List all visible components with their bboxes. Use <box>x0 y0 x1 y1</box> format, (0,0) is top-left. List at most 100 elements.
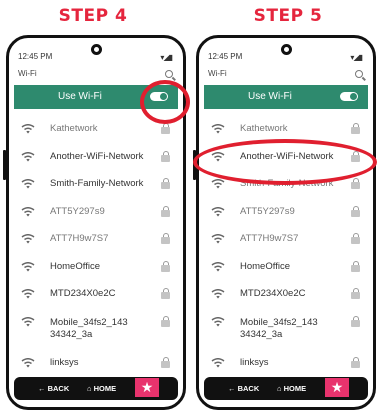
wifi-signal-icon <box>211 289 225 299</box>
network-row[interactable]: Smith-Family-Network <box>14 173 178 201</box>
network-row[interactable]: ATT7H9w7S7 <box>14 228 178 256</box>
side-button <box>3 150 6 180</box>
lock-icon <box>161 260 170 272</box>
network-row[interactable]: HomeOffice <box>204 256 368 284</box>
network-row[interactable]: Kathetwork <box>204 118 368 146</box>
phone-step-5: 12:45 PM ▾◢▮ Wi-Fi Use Wi-Fi Kathetwork A… <box>196 35 376 410</box>
wifi-header: Wi-Fi <box>18 69 174 83</box>
network-row[interactable]: ATT7H9w7S7 <box>204 228 368 256</box>
lock-icon <box>351 356 360 368</box>
back-button[interactable]: ← BACK <box>38 384 69 393</box>
network-row[interactable]: ATT5Y297s9 <box>204 201 368 229</box>
wifi-signal-icon <box>211 151 225 161</box>
bottom-nav: ← BACK ⌂ HOME ★ <box>14 377 178 400</box>
step-4-title: STEP 4 <box>58 6 128 26</box>
network-row[interactable]: Kathetwork <box>14 118 178 146</box>
network-row[interactable]: ATT5Y297s9 <box>14 201 178 229</box>
network-name: Kathetwork <box>240 123 288 134</box>
use-wifi-label: Use Wi-Fi <box>58 91 102 102</box>
wifi-signal-icon <box>21 151 35 161</box>
wifi-signal-icon <box>21 124 35 134</box>
wifi-signal-icon <box>21 289 35 299</box>
lock-icon <box>351 233 360 244</box>
lock-icon <box>351 260 360 272</box>
status-bar: 12:45 PM ▾◢▮ <box>18 52 174 66</box>
network-row[interactable]: HomeOffice <box>14 256 178 284</box>
back-button[interactable]: ← BACK <box>228 384 259 393</box>
network-name: ATT5Y297s9 <box>50 205 105 217</box>
network-row[interactable]: linksys <box>204 352 368 380</box>
star-button[interactable]: ★ <box>325 378 349 397</box>
lock-icon <box>161 178 170 189</box>
wifi-signal-icon <box>21 316 35 326</box>
network-name: Kathetwork <box>50 123 98 134</box>
network-name: Another-WiFi-Network <box>50 150 144 162</box>
wifi-signal-icon <box>21 234 35 244</box>
network-name: linksys <box>240 356 269 368</box>
network-name: Smith-Family-Network <box>240 178 334 189</box>
network-row[interactable]: Mobile_34fs2_143 34342_3a <box>204 311 368 352</box>
lock-icon <box>161 288 170 299</box>
lock-icon <box>351 178 360 189</box>
wifi-signal-icon <box>211 261 225 271</box>
signal-battery-icon: ▾◢▮ <box>350 53 363 62</box>
network-name: ATT7H9w7S7 <box>50 233 109 244</box>
star-button[interactable]: ★ <box>135 378 159 397</box>
lock-icon <box>161 123 170 134</box>
lock-icon <box>161 315 170 327</box>
wifi-signal-icon <box>21 179 35 189</box>
network-name: MTD234X0e2C <box>240 288 306 299</box>
network-name: ATT7H9w7S7 <box>240 233 299 244</box>
status-bar: 12:45 PM ▾◢▮ <box>208 52 364 66</box>
wifi-signal-icon <box>211 316 225 326</box>
use-wifi-row[interactable]: Use Wi-Fi <box>204 85 368 109</box>
network-list: Kathetwork Another-WiFi-Network Smith-Fami… <box>14 118 178 379</box>
lock-icon <box>161 150 170 162</box>
wifi-header: Wi-Fi <box>208 69 364 83</box>
lock-icon <box>351 315 360 327</box>
home-button[interactable]: ⌂ HOME <box>87 384 116 393</box>
phone-step-4: 12:45 PM ▾◢▮ Wi-Fi Use Wi-Fi Kathetwork A… <box>6 35 186 410</box>
network-name: linksys <box>50 356 79 368</box>
wifi-header-title: Wi-Fi <box>208 69 227 78</box>
search-icon[interactable] <box>355 70 363 78</box>
network-row[interactable]: linksys <box>14 352 178 380</box>
network-name: ATT5Y297s9 <box>240 205 295 217</box>
lock-icon <box>351 123 360 134</box>
network-row[interactable]: Mobile_34fs2_143 34342_3a <box>14 311 178 352</box>
use-wifi-row[interactable]: Use Wi-Fi <box>14 85 178 109</box>
network-name: Another-WiFi-Network <box>240 150 334 162</box>
lock-icon <box>161 233 170 244</box>
clock: 12:45 PM <box>18 52 53 61</box>
wifi-signal-icon <box>21 357 35 367</box>
lock-icon <box>351 150 360 162</box>
network-name: HomeOffice <box>50 260 100 272</box>
wifi-signal-icon <box>211 234 225 244</box>
search-icon[interactable] <box>165 70 173 78</box>
network-row[interactable]: Smith-Family-Network <box>204 173 368 201</box>
network-row[interactable]: MTD234X0e2C <box>204 283 368 311</box>
use-wifi-toggle[interactable] <box>150 92 168 101</box>
network-name: Mobile_34fs2_143 34342_3a <box>240 316 318 340</box>
network-name: Mobile_34fs2_143 34342_3a <box>50 316 128 340</box>
network-row[interactable]: MTD234X0e2C <box>14 283 178 311</box>
step-5-title: STEP 5 <box>253 6 323 26</box>
wifi-header-title: Wi-Fi <box>18 69 37 78</box>
wifi-signal-icon <box>211 179 225 189</box>
lock-icon <box>351 288 360 299</box>
network-list: Kathetwork Another-WiFi-Network Smith-Fami… <box>204 118 368 379</box>
network-row[interactable]: Another-WiFi-Network <box>14 146 178 174</box>
wifi-signal-icon <box>211 124 225 134</box>
wifi-signal-icon <box>211 357 225 367</box>
wifi-signal-icon <box>21 206 35 216</box>
bottom-nav: ← BACK ⌂ HOME ★ <box>204 377 368 400</box>
network-name: Smith-Family-Network <box>50 178 144 189</box>
home-button[interactable]: ⌂ HOME <box>277 384 306 393</box>
clock: 12:45 PM <box>208 52 243 61</box>
lock-icon <box>161 356 170 368</box>
network-row[interactable]: Another-WiFi-Network <box>204 146 368 174</box>
lock-icon <box>351 205 360 217</box>
use-wifi-toggle[interactable] <box>340 92 358 101</box>
signal-battery-icon: ▾◢▮ <box>160 53 173 62</box>
wifi-signal-icon <box>21 261 35 271</box>
